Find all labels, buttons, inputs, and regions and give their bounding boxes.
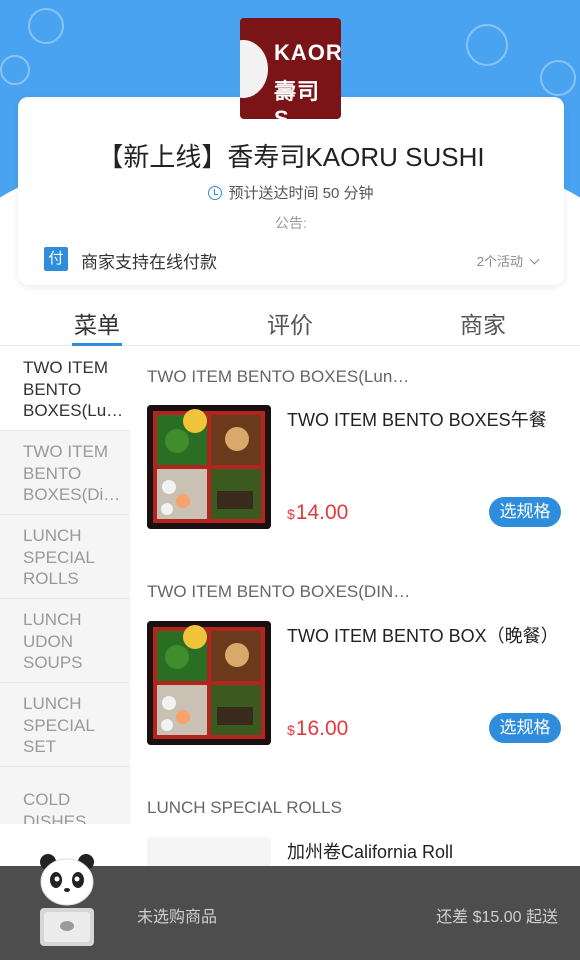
sushi-decor-icon: [466, 24, 508, 66]
menu-item[interactable]: 加州卷California Roll: [147, 837, 561, 867]
minimum-order-text: 还差 $15.00 起送: [436, 909, 558, 926]
sushi-decor-icon: [28, 8, 64, 44]
tab-merchant[interactable]: 商家: [386, 306, 580, 340]
sushi-decor-icon: [540, 60, 576, 96]
choose-spec-button[interactable]: 选规格: [489, 497, 561, 527]
sidebar-item-bento-dinner[interactable]: TWO ITEM BENTO BOXES(Di…: [0, 431, 130, 515]
cart-empty-text: 未选购商品: [137, 909, 218, 926]
logo-emblem-icon: [240, 40, 268, 98]
active-tab-indicator: [72, 343, 122, 346]
shop-title: 【新上线】香寿司KAORU SUSHI: [97, 142, 485, 172]
section-header: LUNCH SPECIAL ROLLS: [147, 798, 342, 817]
currency-symbol: $: [287, 722, 295, 738]
sidebar-item-lunch-special-rolls[interactable]: LUNCH SPECIAL ROLLS: [0, 515, 130, 599]
choose-spec-button[interactable]: 选规格: [489, 713, 561, 743]
roll-image: [147, 837, 271, 867]
menu-item[interactable]: TWO ITEM BENTO BOX（晚餐） $16.00 选规格: [147, 621, 561, 745]
activity-count: 2个活动: [476, 254, 523, 269]
item-name: 加州卷California Roll: [287, 842, 454, 862]
currency-symbol: $: [287, 506, 295, 522]
price-value: 14.00: [295, 501, 349, 524]
menu-item[interactable]: TWO ITEM BENTO BOXES午餐 $14.00 选规格: [147, 405, 561, 529]
bento-box-image: [147, 405, 271, 529]
section-header: TWO ITEM BENTO BOXES(Lun…: [147, 367, 410, 386]
pay-badge-icon: 付: [44, 247, 68, 271]
activities-toggle[interactable]: 2个活动: [476, 251, 540, 270]
chevron-down-icon: [529, 254, 540, 265]
clock-icon: [208, 186, 223, 200]
bento-box-image: [147, 621, 271, 745]
sidebar-item-lunch-udon-soups[interactable]: LUNCH UDON SOUPS: [0, 599, 130, 683]
tab-reviews[interactable]: 评价: [193, 306, 387, 340]
shop-info-card: 【新上线】香寿司KAORU SUSHI 预计送达时间 50 分钟 公告: 付 商…: [18, 97, 564, 285]
logo-text: KAORU: [274, 40, 341, 65]
item-price: $16.00: [287, 717, 348, 741]
item-price: $14.00: [287, 501, 348, 525]
price-value: 16.00: [295, 717, 349, 740]
bento-photo: [147, 621, 271, 745]
notice-label: 公告:: [275, 215, 307, 231]
shop-logo: KAORU 壽司 S: [240, 18, 341, 119]
sushi-decor-icon: [0, 55, 30, 85]
delivery-time: 预计送达时间 50 分钟: [18, 182, 564, 203]
delivery-time-text: 预计送达时间 50 分钟: [228, 185, 374, 202]
section-header: TWO ITEM BENTO BOXES(DIN…: [147, 582, 411, 601]
menu-list: TWO ITEM BENTO BOXES(Lun… TWO ITEM BENTO…: [130, 347, 580, 867]
tab-bar: 菜单 评价 商家: [0, 300, 580, 346]
item-name: TWO ITEM BENTO BOX（晚餐）: [287, 626, 559, 646]
promotion-row[interactable]: 付 商家支持在线付款 2个活动: [44, 245, 540, 273]
item-name: TWO ITEM BENTO BOXES午餐: [287, 410, 547, 430]
online-payment-text: 商家支持在线付款: [81, 253, 217, 272]
category-sidebar: TWO ITEM BENTO BOXES(Lu… TWO ITEM BENTO …: [0, 347, 130, 824]
tab-menu[interactable]: 菜单: [0, 306, 194, 340]
logo-text: 壽司 S: [274, 79, 321, 119]
bento-photo: [147, 405, 271, 529]
sidebar-item-lunch-special-set[interactable]: LUNCH SPECIAL SET: [0, 683, 130, 767]
sidebar-item-cold-dishes[interactable]: COLD DISHES: [0, 767, 130, 824]
sidebar-item-bento-lunch[interactable]: TWO ITEM BENTO BOXES(Lu…: [0, 347, 130, 431]
panda-cart-icon[interactable]: [34, 852, 100, 950]
